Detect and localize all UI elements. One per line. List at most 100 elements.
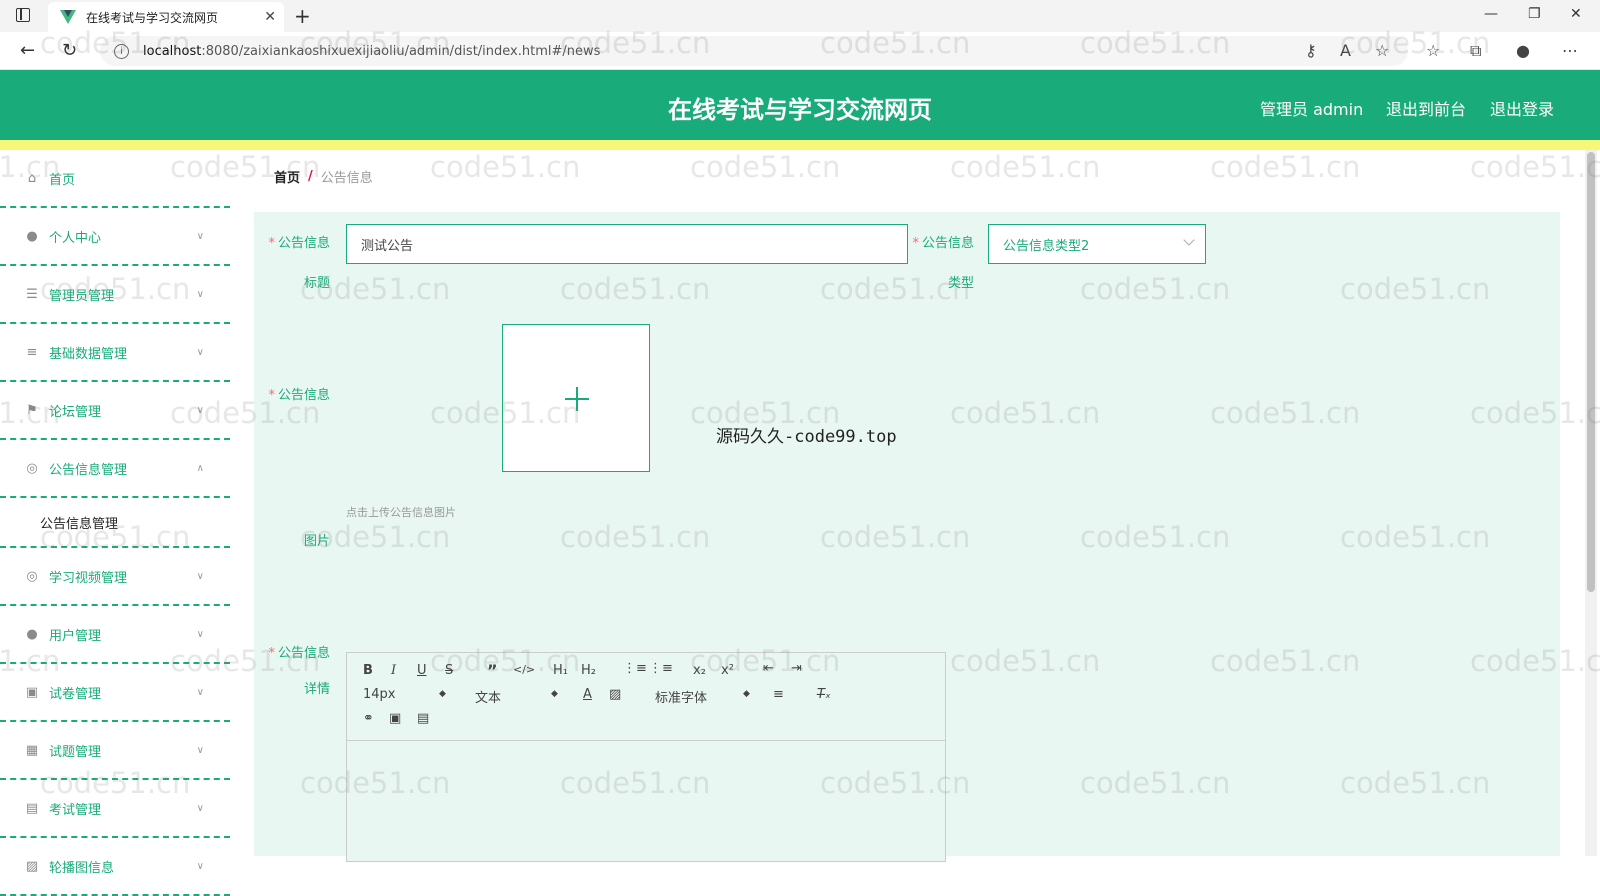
sidebar-item-video[interactable]: ◎ 学习视频管理 ∨: [0, 548, 230, 606]
plus-icon-vertical: [576, 387, 578, 411]
superscript-icon[interactable]: x²: [721, 663, 734, 678]
address-bar[interactable]: i localhost:8080/zaixiankaoshixuexijiaol…: [100, 36, 1408, 66]
notice-type-value: 公告信息类型2: [1003, 238, 1090, 254]
subscript-icon[interactable]: x₂: [693, 663, 706, 678]
font-size-value: 14px: [363, 687, 396, 702]
indent-icon[interactable]: ⇥: [791, 661, 802, 676]
font-family-value: 标准字体: [655, 691, 708, 706]
sidebar-item-label: 用户管理: [49, 628, 102, 644]
minimize-icon[interactable]: —: [1484, 6, 1498, 22]
sliders-icon: ≡: [26, 344, 38, 360]
grid-icon: ▦: [25, 742, 39, 758]
sidebar-item-admin[interactable]: ☰ 管理员管理 ∨: [0, 266, 230, 324]
detail-field-label: * 公告信息: [262, 642, 330, 661]
italic-icon[interactable]: I: [391, 663, 396, 678]
ordered-list-icon[interactable]: ⋮≡: [623, 661, 647, 676]
sidebar-item-basic-data[interactable]: ≡ 基础数据管理 ∨: [0, 324, 230, 382]
link-icon[interactable]: ⚭: [363, 711, 374, 726]
info-icon[interactable]: i: [114, 43, 129, 59]
required-mark: *: [268, 388, 275, 403]
heading-select[interactable]: 文本 ◆: [475, 687, 565, 706]
notice-title-input[interactable]: 测试公告: [346, 224, 908, 264]
tab-close-icon[interactable]: ✕: [264, 9, 276, 25]
header-accent-bar: [0, 140, 1600, 150]
list-icon: ☰: [26, 286, 38, 302]
image-icon[interactable]: ▣: [389, 711, 401, 726]
background-color-icon[interactable]: ▨: [609, 687, 621, 702]
bullet-list-icon[interactable]: ⋮≡: [649, 661, 673, 676]
address-path: :8080/zaixiankaoshixuexijiaoliu/admin/di…: [201, 43, 601, 59]
type-label-line2: 类型: [947, 276, 974, 291]
required-mark: *: [268, 646, 275, 661]
strike-icon[interactable]: S: [445, 663, 453, 678]
video-icon[interactable]: ▤: [417, 711, 429, 726]
sidebar: ⌂ 首页 ● 个人中心 ∨ ☰ 管理员管理 ∨ ≡ 基础数据管理 ∨ ⚑ 论坛管…: [0, 150, 230, 896]
sidebar-toggle-icon[interactable]: [16, 8, 30, 22]
breadcrumb-separator: /: [308, 168, 313, 184]
close-window-icon[interactable]: ✕: [1570, 6, 1582, 22]
outdent-icon[interactable]: ⇤: [763, 661, 774, 676]
compass-icon: ◎: [26, 568, 38, 584]
page-scrollbar[interactable]: [1585, 150, 1597, 856]
chevron-down-icon: ∨: [196, 404, 204, 416]
header1-icon[interactable]: H₁: [553, 663, 568, 678]
favorites-icon[interactable]: ☆: [1426, 41, 1440, 60]
sidebar-subitem-notice-manage[interactable]: 公告信息管理: [0, 498, 230, 548]
logout-link[interactable]: 退出登录: [1490, 96, 1554, 120]
align-icon[interactable]: ≡: [773, 687, 784, 702]
code-block-icon[interactable]: </>: [513, 663, 535, 676]
front-link[interactable]: 退出到前台: [1386, 96, 1466, 120]
add-favorite-icon[interactable]: ☆: [1375, 41, 1389, 60]
collections-icon[interactable]: ⧉: [1470, 41, 1481, 61]
chevron-down-icon: ∨: [196, 628, 204, 640]
sidebar-item-notice[interactable]: ◎ 公告信息管理 ∧: [0, 440, 230, 498]
new-tab-icon[interactable]: +: [294, 4, 311, 28]
overlay-text: 源码久久-code99.top: [716, 427, 897, 447]
app-header: 在线考试与学习交流网页 管理员 admin 退出到前台 退出登录: [0, 70, 1600, 140]
read-aloud-icon[interactable]: A: [1340, 41, 1351, 60]
sidebar-item-papers[interactable]: ▣ 试卷管理 ∨: [0, 664, 230, 722]
sidebar-item-personal[interactable]: ● 个人中心 ∨: [0, 208, 230, 266]
blockquote-icon[interactable]: ”: [487, 661, 498, 680]
title-label-line2: 标题: [303, 276, 330, 291]
type-label-line1: 公告信息: [921, 236, 974, 251]
sidebar-item-exams[interactable]: ▤ 考试管理 ∨: [0, 780, 230, 838]
sidebar-item-questions[interactable]: ▦ 试题管理 ∨: [0, 722, 230, 780]
image-upload-button[interactable]: [502, 324, 650, 472]
more-icon[interactable]: ⋯: [1562, 41, 1578, 60]
sidebar-item-users[interactable]: ● 用户管理 ∨: [0, 606, 230, 664]
browser-tab[interactable]: 在线考试与学习交流网页 ✕: [48, 2, 284, 32]
header2-icon[interactable]: H₂: [581, 663, 596, 678]
sidebar-item-home[interactable]: ⌂ 首页: [0, 150, 230, 208]
select-arrow-icon: ◆: [743, 689, 750, 699]
back-icon[interactable]: ←: [20, 40, 35, 61]
key-icon[interactable]: ⚷: [1305, 41, 1317, 60]
font-color-icon[interactable]: A: [583, 687, 592, 702]
font-family-select[interactable]: 标准字体 ◆: [655, 687, 755, 706]
image-icon: ▨: [25, 858, 39, 874]
image-field-label: * 公告信息: [262, 376, 330, 416]
underline-icon[interactable]: U: [417, 663, 427, 678]
main-content: 首页 / 公告信息 * 公告信息 标题 测试公告 * 公告信息 类型 公告信息类型2…: [254, 150, 1560, 862]
image-label-line1: 公告信息: [277, 388, 330, 403]
sidebar-item-forum[interactable]: ⚑ 论坛管理 ∨: [0, 382, 230, 440]
chevron-down-icon: ∨: [196, 802, 204, 814]
breadcrumb-home[interactable]: 首页: [274, 167, 300, 186]
sidebar-item-label: 首页: [49, 172, 76, 188]
clear-format-icon[interactable]: T̶ₓ: [817, 687, 831, 702]
notice-type-select[interactable]: 公告信息类型2: [988, 224, 1206, 264]
restore-icon[interactable]: ❐: [1528, 6, 1541, 22]
chevron-down-icon: ∨: [196, 686, 204, 698]
sidebar-item-label: 考试管理: [49, 802, 102, 818]
home-icon: ⌂: [27, 170, 37, 186]
bold-icon[interactable]: B: [363, 663, 373, 678]
sidebar-item-label: 试卷管理: [49, 686, 102, 702]
profile-icon[interactable]: ●: [1516, 41, 1530, 60]
scrollbar-thumb[interactable]: [1587, 152, 1595, 592]
font-size-select[interactable]: 14px ◆: [363, 687, 453, 702]
reload-icon[interactable]: ↻: [62, 40, 77, 61]
sidebar-item-carousel[interactable]: ▨ 轮播图信息 ∨: [0, 838, 230, 896]
sidebar-item-label: 个人中心: [49, 230, 102, 246]
paper-icon: ▣: [25, 684, 39, 700]
image-label-line2: 图片: [303, 534, 330, 549]
